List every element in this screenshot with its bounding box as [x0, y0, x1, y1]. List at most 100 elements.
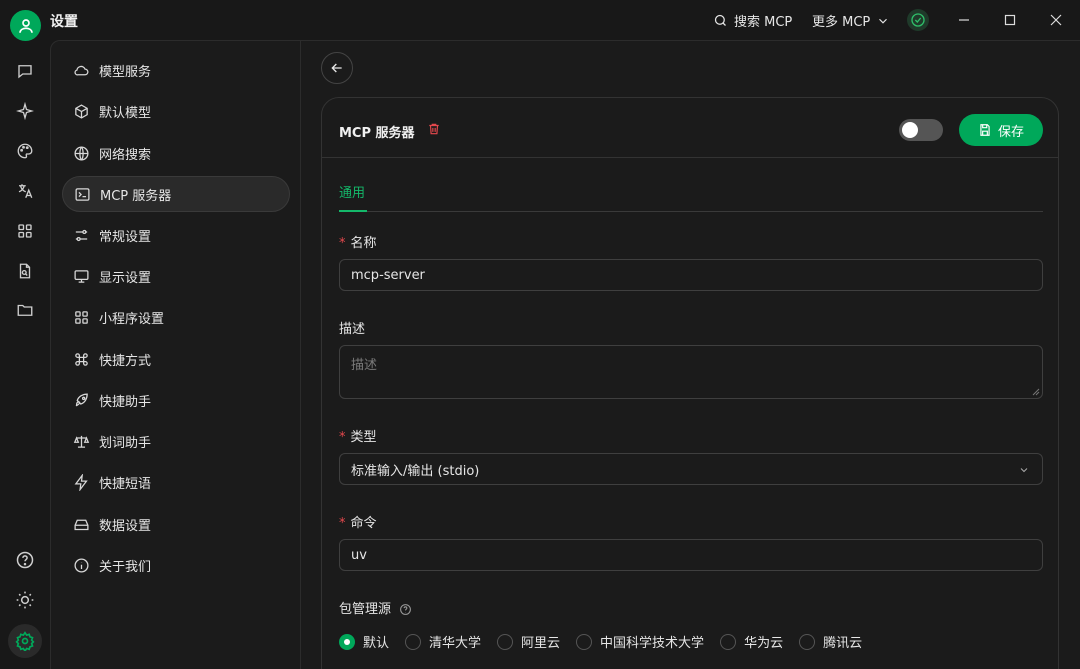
- registry-option-default[interactable]: 默认: [339, 632, 389, 651]
- registry-option-tsinghua[interactable]: 清华大学: [405, 632, 481, 651]
- save-icon: [980, 124, 990, 136]
- maximize-icon: [1004, 14, 1016, 26]
- theme-icon[interactable]: [13, 588, 37, 612]
- sidebar-item-model-service[interactable]: 模型服务: [62, 52, 290, 88]
- command-input[interactable]: uv: [339, 539, 1043, 571]
- back-button[interactable]: [321, 52, 353, 84]
- registry-option-huawei[interactable]: 华为云: [720, 632, 783, 651]
- description-placeholder: 描述: [351, 358, 378, 373]
- required-marker: *: [339, 236, 346, 251]
- settings-icon: [15, 631, 35, 651]
- scale-icon: [72, 432, 90, 450]
- name-label-row: * 名称: [339, 232, 377, 251]
- palette-icon[interactable]: [13, 139, 37, 163]
- enable-toggle[interactable]: [899, 119, 943, 141]
- command-label-row: * 命令: [339, 512, 377, 531]
- question-circle-icon[interactable]: [399, 603, 412, 616]
- search-icon: [714, 14, 726, 26]
- settings-nav-button[interactable]: [8, 624, 42, 658]
- maximize-button[interactable]: [998, 8, 1022, 32]
- title-bar: 设置 搜索 MCP 更多 MCP: [0, 0, 1080, 41]
- name-input[interactable]: mcp-server: [339, 259, 1043, 291]
- sidebar-item-selection-assistant[interactable]: 划词助手: [62, 423, 290, 459]
- terminal-icon: [73, 185, 91, 203]
- apps-icon[interactable]: [13, 219, 37, 243]
- chat-icon[interactable]: [13, 59, 37, 83]
- type-label-row: * 类型: [339, 426, 377, 445]
- zap-icon: [72, 473, 90, 491]
- sidebar-item-general-settings[interactable]: 常规设置: [62, 217, 290, 253]
- radio-dot: [799, 633, 816, 650]
- name-value: mcp-server: [351, 267, 425, 283]
- radio-dot: [339, 633, 355, 650]
- minimize-button[interactable]: [952, 8, 976, 32]
- card-header: MCP 服务器 保存: [322, 98, 1058, 158]
- sidebar-item-label: 小程序设置: [99, 311, 165, 327]
- tab-general[interactable]: 通用: [339, 182, 365, 201]
- sidebar-item-mcp-servers[interactable]: MCP 服务器: [62, 176, 290, 212]
- radio-dot: [720, 633, 737, 650]
- sidebar-item-web-search[interactable]: 网络搜索: [62, 135, 290, 171]
- radio-dot: [405, 633, 422, 650]
- resize-handle-icon[interactable]: [1032, 388, 1040, 396]
- chevron-down-icon: [1020, 468, 1028, 473]
- settings-panel: 模型服务 默认模型 网络搜索 MCP 服务器 常规设置 显示设置 小程序设置 快…: [50, 40, 1080, 669]
- mcp-server-card: MCP 服务器 保存 通用 * 名称 mcp-server 描述 描述 * 类型…: [321, 97, 1059, 669]
- status-indicator[interactable]: [907, 9, 929, 31]
- user-icon: [18, 18, 33, 33]
- description-input[interactable]: 描述: [339, 345, 1043, 399]
- registry-option-ustc[interactable]: 中国科学技术大学: [576, 632, 704, 651]
- tab-divider: [339, 211, 1043, 212]
- registry-label-row: 包管理源: [339, 598, 412, 617]
- more-mcp-label: 更多 MCP: [812, 15, 871, 30]
- sidebar-item-quick-phrases[interactable]: 快捷短语: [62, 464, 290, 500]
- radio-label: 默认: [363, 636, 390, 651]
- sidebar-item-shortcuts[interactable]: 快捷方式: [62, 341, 290, 377]
- sidebar-item-miniapp-settings[interactable]: 小程序设置: [62, 299, 290, 335]
- more-mcp-dropdown[interactable]: 更多 MCP: [812, 11, 890, 30]
- required-marker: *: [339, 516, 346, 531]
- registry-option-aliyun[interactable]: 阿里云: [497, 632, 560, 651]
- command-icon: [72, 350, 90, 368]
- save-button[interactable]: 保存: [959, 114, 1043, 146]
- type-value: 标准输入/输出 (stdio): [351, 463, 480, 479]
- globe-icon: [72, 144, 90, 162]
- sidebar-item-label: 常规设置: [99, 229, 152, 245]
- command-value: uv: [351, 547, 367, 563]
- sidebar-item-about[interactable]: 关于我们: [62, 547, 290, 583]
- monitor-icon: [72, 267, 90, 285]
- card-title: MCP 服务器: [339, 126, 415, 141]
- file-search-icon[interactable]: [13, 259, 37, 283]
- close-button[interactable]: [1044, 8, 1068, 32]
- sidebar-item-quick-assistant[interactable]: 快捷助手: [62, 382, 290, 418]
- toggle-knob: [902, 122, 918, 138]
- delete-button[interactable]: [427, 122, 441, 136]
- sidebar-item-label: 数据设置: [99, 518, 152, 534]
- sidebar-item-data-settings[interactable]: 数据设置: [62, 506, 290, 542]
- search-mcp-button[interactable]: 搜索 MCP: [713, 11, 792, 30]
- sidebar-item-label: 快捷短语: [99, 476, 152, 492]
- sidebar-item-label: 快捷助手: [99, 394, 152, 410]
- user-avatar[interactable]: [10, 10, 41, 41]
- radio-dot: [497, 633, 514, 650]
- sparkle-icon[interactable]: [13, 99, 37, 123]
- registry-label: 包管理源: [339, 602, 392, 617]
- translate-icon[interactable]: [13, 179, 37, 203]
- folder-icon[interactable]: [13, 298, 37, 322]
- help-icon[interactable]: [13, 548, 37, 572]
- sidebar-item-label: 快捷方式: [99, 353, 152, 369]
- check-circle-icon: [911, 13, 925, 27]
- settings-sidebar: 模型服务 默认模型 网络搜索 MCP 服务器 常规设置 显示设置 小程序设置 快…: [51, 41, 301, 669]
- sidebar-item-label: 模型服务: [99, 64, 152, 80]
- radio-label: 阿里云: [521, 636, 561, 651]
- type-select[interactable]: 标准输入/输出 (stdio): [339, 453, 1043, 485]
- registry-option-tencent[interactable]: 腾讯云: [799, 632, 862, 651]
- radio-label: 腾讯云: [823, 636, 863, 651]
- sidebar-item-default-model[interactable]: 默认模型: [62, 93, 290, 129]
- save-label: 保存: [997, 124, 1024, 140]
- search-mcp-label: 搜索 MCP: [734, 15, 793, 30]
- minimize-icon: [959, 19, 969, 21]
- sidebar-item-display-settings[interactable]: 显示设置: [62, 258, 290, 294]
- command-label: 命令: [350, 516, 377, 531]
- sliders-icon: [72, 226, 90, 244]
